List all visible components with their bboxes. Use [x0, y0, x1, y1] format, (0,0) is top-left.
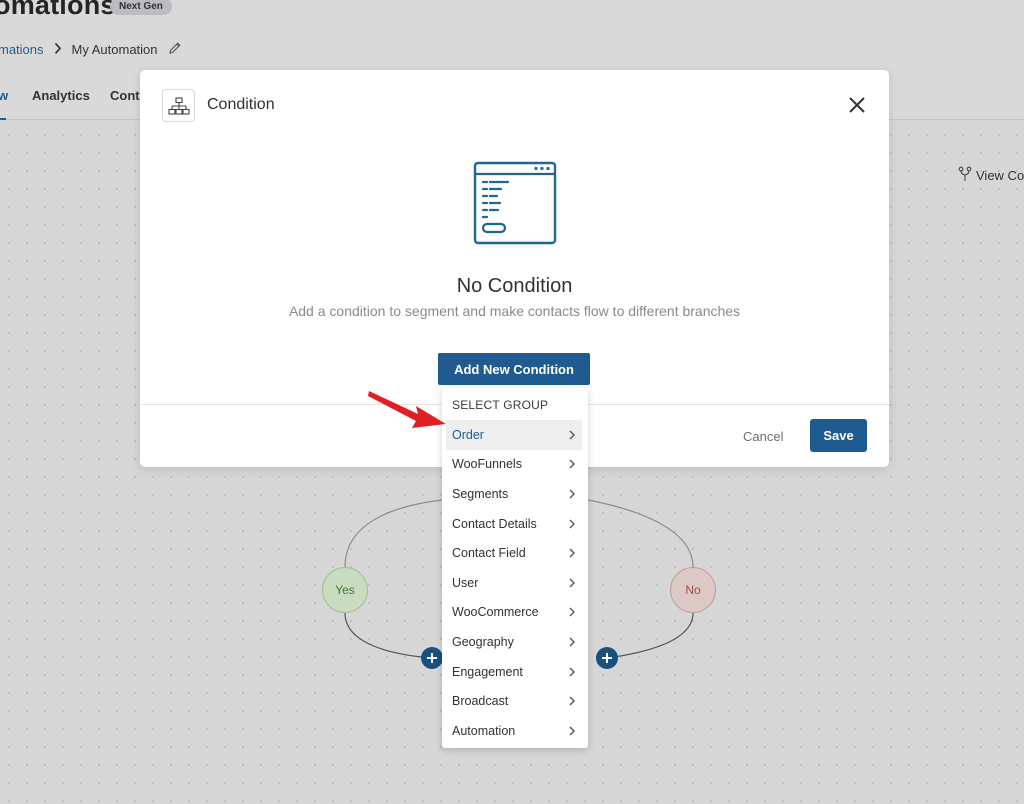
dropdown-item-woofunnels[interactable]: WooFunnels — [442, 450, 588, 480]
empty-state-subtitle: Add a condition to segment and make cont… — [288, 303, 741, 319]
chevron-right-icon — [569, 637, 575, 647]
add-new-condition-button[interactable]: Add New Condition — [438, 353, 590, 385]
cancel-button[interactable]: Cancel — [743, 429, 783, 444]
code-window-icon — [473, 161, 557, 245]
chevron-right-icon — [569, 726, 575, 736]
hierarchy-icon — [162, 89, 195, 122]
dropdown-item-contact-field[interactable]: Contact Field — [442, 538, 588, 568]
dropdown-item-geography[interactable]: Geography — [442, 627, 588, 657]
chevron-right-icon — [569, 430, 575, 440]
dropdown-item-engagement[interactable]: Engagement — [442, 657, 588, 687]
save-button[interactable]: Save — [810, 419, 867, 452]
dropdown-item-user[interactable]: User — [442, 568, 588, 598]
no-branch-node[interactable]: No — [670, 567, 716, 613]
dropdown-item-automation[interactable]: Automation — [442, 716, 588, 746]
empty-state-title: No Condition — [456, 275, 573, 297]
chevron-right-icon — [569, 667, 575, 677]
chevron-right-icon — [569, 459, 575, 469]
dropdown-item-woocommerce[interactable]: WooCommerce — [442, 598, 588, 628]
chevron-right-icon — [569, 489, 575, 499]
chevron-right-icon — [569, 548, 575, 558]
red-pointer-arrow-icon — [368, 391, 446, 428]
dropdown-item-segments[interactable]: Segments — [442, 479, 588, 509]
dropdown-header: SELECT GROUP — [452, 398, 549, 412]
plus-icon — [602, 653, 612, 663]
dropdown-item-contact-details[interactable]: Contact Details — [442, 509, 588, 539]
chevron-right-icon — [569, 578, 575, 588]
plus-icon — [427, 653, 437, 663]
dropdown-item-broadcast[interactable]: Broadcast — [442, 686, 588, 716]
add-step-yes-button[interactable] — [421, 647, 443, 669]
modal-title: Condition — [207, 96, 275, 113]
yes-branch-node[interactable]: Yes — [322, 567, 368, 613]
chevron-right-icon — [569, 696, 575, 706]
add-step-no-button[interactable] — [596, 647, 618, 669]
dropdown-item-order[interactable]: Order — [446, 420, 582, 450]
close-icon[interactable] — [847, 95, 867, 115]
select-group-dropdown: SELECT GROUP Order WooFunnels Segments C… — [442, 388, 588, 748]
chevron-right-icon — [569, 607, 575, 617]
chevron-right-icon — [569, 519, 575, 529]
